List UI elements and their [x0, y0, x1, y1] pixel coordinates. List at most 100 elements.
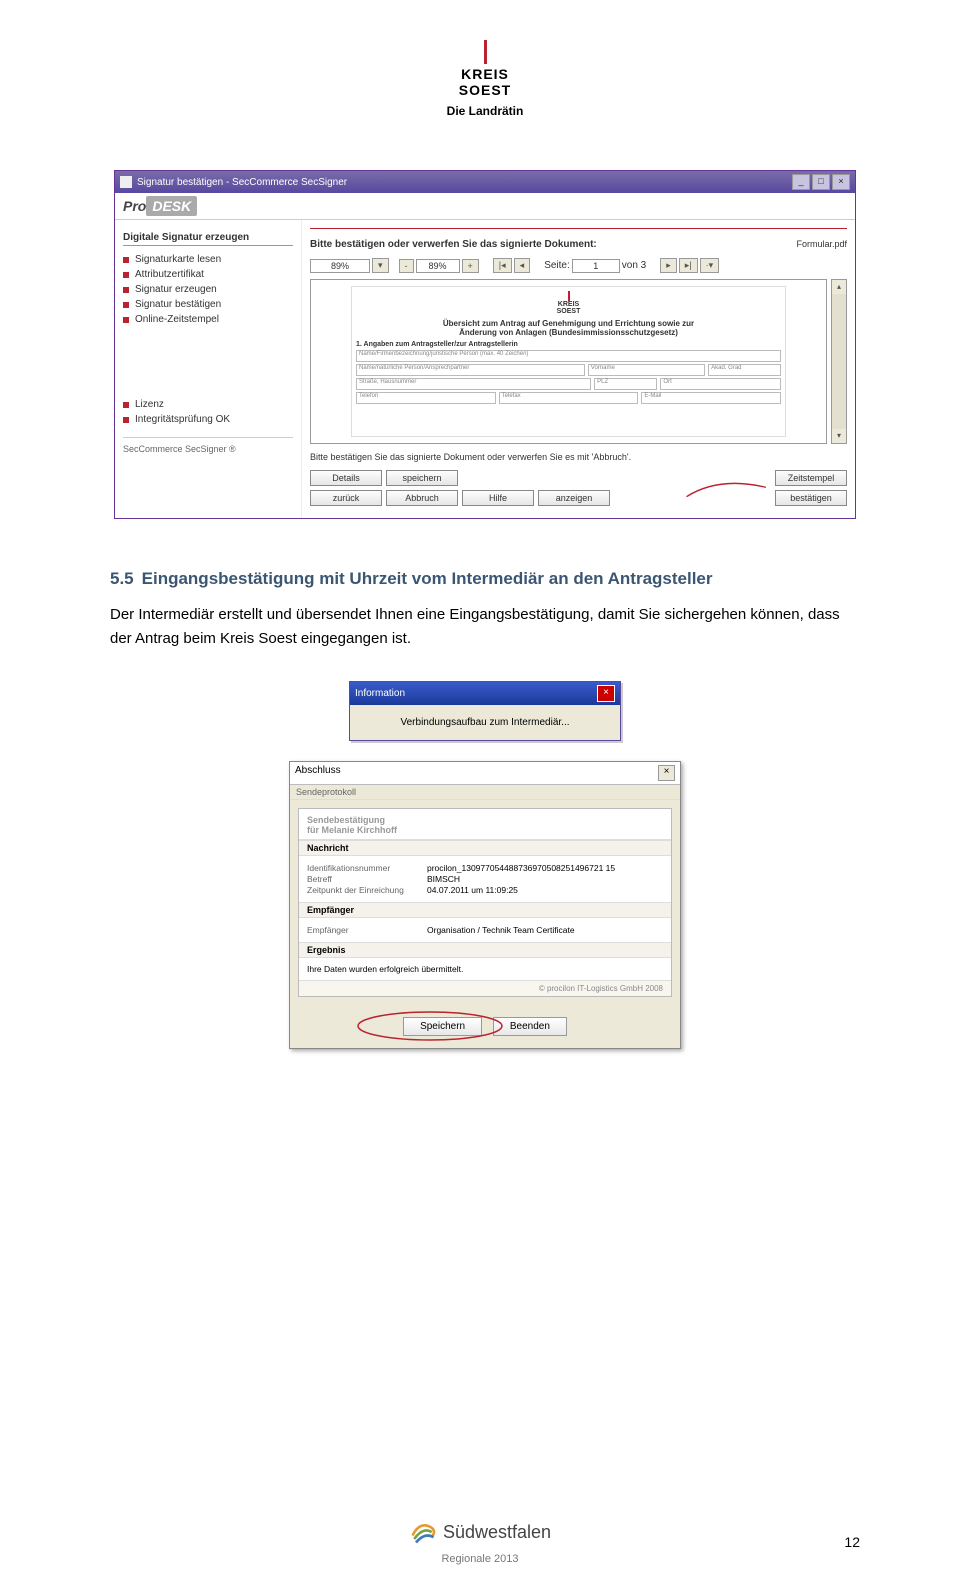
maximize-button[interactable]: □ — [812, 174, 830, 190]
doc-field: Telefon — [356, 392, 496, 404]
sendeprotokoll-card: Sendebestätigung für Melanie Kirchhoff N… — [298, 808, 672, 997]
first-page-button[interactable]: |◂ — [493, 258, 512, 273]
page-number: 12 — [844, 1534, 860, 1550]
abschluss-window: Abschluss × Sendeprotokoll Sendebestätig… — [289, 761, 681, 1049]
credit-line: © procilon IT-Logistics GmbH 2008 — [299, 980, 671, 996]
footer-sub: Regionale 2013 — [0, 1553, 960, 1565]
doc-section-1: 1. Angaben zum Antragsteller/zur Antrags… — [356, 341, 781, 348]
section-heading: 5.5 Eingangsbestätigung mit Uhrzeit vom I… — [110, 569, 860, 589]
page-header-logo: KREIS SOEST Die Landrätin — [110, 40, 860, 120]
page-footer: Südwestfalen Regionale 2013 — [0, 1518, 960, 1565]
sidebar: Digitale Signatur erzeugen Signaturkarte… — [115, 220, 302, 518]
prev-page-button[interactable]: ◂ — [514, 258, 531, 273]
next-page-button[interactable]: ▸ — [660, 258, 677, 273]
secsigner-window: Signatur bestätigen - SecCommerce SecSig… — [114, 170, 856, 519]
scroll-down-icon[interactable]: ▾ — [832, 429, 846, 443]
suedwestfalen-icon — [409, 1518, 437, 1546]
page-total: von 3 — [622, 260, 646, 271]
section-number: 5.5 — [110, 569, 134, 588]
sidebar-step: Signatur bestätigen — [123, 297, 293, 312]
main-panel: Bitte bestätigen oder verwerfen Sie das … — [302, 220, 855, 518]
row-betreff: BetreffBIMSCH — [307, 874, 663, 884]
doc-logo-line1: KREIS — [356, 301, 781, 308]
zoom-value: 89% — [416, 259, 460, 273]
doc-field: Telefax — [499, 392, 639, 404]
doc-field: Name/Firmenbezeichnung/juristische Perso… — [356, 350, 781, 362]
vertical-scrollbar[interactable]: ▴ ▾ — [831, 279, 847, 444]
red-divider — [310, 228, 847, 229]
sidebar-step: Signatur erzeugen — [123, 282, 293, 297]
sidebar-status: Lizenz — [123, 397, 293, 412]
details-button[interactable]: Details — [310, 470, 382, 486]
scroll-up-icon[interactable]: ▴ — [832, 280, 846, 294]
page-input[interactable]: 1 — [572, 259, 620, 273]
doc-field: Name/natürliche Person/Ansprechpartner — [356, 364, 585, 376]
abschluss-subtitle: Sendeprotokoll — [290, 785, 680, 800]
sidebar-status: Integritätsprüfung OK — [123, 412, 293, 427]
sidebar-step: Online-Zeitstempel — [123, 312, 293, 327]
info-dialog-title: Information — [355, 688, 405, 699]
app-icon — [120, 176, 132, 188]
window-titlebar[interactable]: Signatur bestätigen - SecCommerce SecSig… — [115, 171, 855, 193]
sidebar-steps: Signaturkarte lesen Attributzertifikat S… — [123, 252, 293, 327]
close-button[interactable]: × — [832, 174, 850, 190]
window-title: Signatur bestätigen - SecCommerce SecSig… — [137, 177, 347, 188]
speichern-button[interactable]: Speichern — [403, 1017, 482, 1036]
row-id: Identifikationsnummerprocilon_1309770544… — [307, 863, 663, 873]
section-nachricht: Nachricht — [299, 840, 671, 856]
doc-field: Straße, Hausnummer — [356, 378, 591, 390]
close-icon[interactable]: × — [597, 685, 615, 702]
zoom-out-button[interactable]: - — [399, 259, 414, 273]
ergebnis-text: Ihre Daten wurden erfolgreich übermittel… — [299, 958, 671, 980]
abschluss-titlebar[interactable]: Abschluss × — [290, 762, 680, 785]
prodesk-pro: Pro — [123, 198, 146, 214]
zoom-in-button[interactable]: + — [462, 259, 479, 273]
zoom-combo[interactable]: 89% — [310, 259, 370, 273]
doc-field: PLZ — [594, 378, 657, 390]
sidebar-footer: SecCommerce SecSigner ® — [123, 437, 293, 454]
doc-field: Akad. Grad — [708, 364, 781, 376]
cancel-button[interactable]: Abbruch — [386, 490, 458, 506]
doc-title: Übersicht zum Antrag auf Genehmigung und… — [356, 319, 781, 337]
doc-field: E-Mail — [641, 392, 781, 404]
sidebar-status-list: Lizenz Integritätsprüfung OK — [123, 397, 293, 427]
pdf-preview[interactable]: KREIS SOEST Übersicht zum Antrag auf Gen… — [310, 279, 827, 444]
info-dialog-titlebar[interactable]: Information × — [350, 682, 620, 705]
doc-logo-line2: SOEST — [356, 308, 781, 315]
timestamp-button[interactable]: Zeitstempel — [775, 470, 847, 486]
confirm-button[interactable]: bestätigen — [775, 490, 847, 506]
sidebar-step: Attributzertifikat — [123, 267, 293, 282]
prodesk-desk: DESK — [146, 196, 197, 216]
section-ergebnis: Ergebnis — [299, 942, 671, 958]
file-name: Formular.pdf — [796, 239, 847, 249]
page-label: Seite: — [544, 260, 570, 271]
save-button[interactable]: speichern — [386, 470, 458, 486]
show-button[interactable]: anzeigen — [538, 490, 610, 506]
logo-red-bar — [484, 40, 487, 64]
confirm-instruction: Bitte bestätigen Sie das signierte Dokum… — [310, 452, 847, 462]
beenden-button[interactable]: Beenden — [493, 1017, 567, 1036]
help-button[interactable]: Hilfe — [462, 490, 534, 506]
card-head-line1: Sendebestätigung — [307, 815, 385, 825]
sidebar-heading: Digitale Signatur erzeugen — [123, 232, 293, 246]
card-head: Sendebestätigung für Melanie Kirchhoff — [299, 809, 671, 840]
toolbar-menu-button[interactable]: ·▾ — [700, 258, 720, 273]
back-button[interactable]: zurück — [310, 490, 382, 506]
info-dialog: Information × Verbindungsaufbau zum Inte… — [349, 681, 621, 741]
section-empfaenger: Empfänger — [299, 902, 671, 918]
logo-line1: KREIS — [447, 66, 524, 82]
row-empfaenger: EmpfängerOrganisation / Technik Team Cer… — [307, 925, 663, 935]
last-page-button[interactable]: ▸| — [679, 258, 698, 273]
section-body: Der Intermediär erstellt und übersendet … — [110, 603, 860, 651]
doc-field: Vorname — [588, 364, 705, 376]
logo-subtitle: Die Landrätin — [447, 104, 524, 118]
abschluss-title: Abschluss — [295, 765, 341, 781]
zoom-dropdown-icon[interactable]: ▾ — [372, 258, 389, 273]
section-title-text: Eingangsbestätigung mit Uhrzeit vom Inte… — [142, 569, 713, 588]
logo-line2: SOEST — [447, 82, 524, 98]
pdf-toolbar: 89% ▾ - 89% + |◂ ◂ Seite: 1 von 3 — [310, 258, 847, 273]
close-icon[interactable]: × — [658, 765, 675, 781]
minimize-button[interactable]: _ — [792, 174, 810, 190]
info-dialog-body: Verbindungsaufbau zum Intermediär... — [350, 705, 620, 740]
sidebar-step: Signaturkarte lesen — [123, 252, 293, 267]
